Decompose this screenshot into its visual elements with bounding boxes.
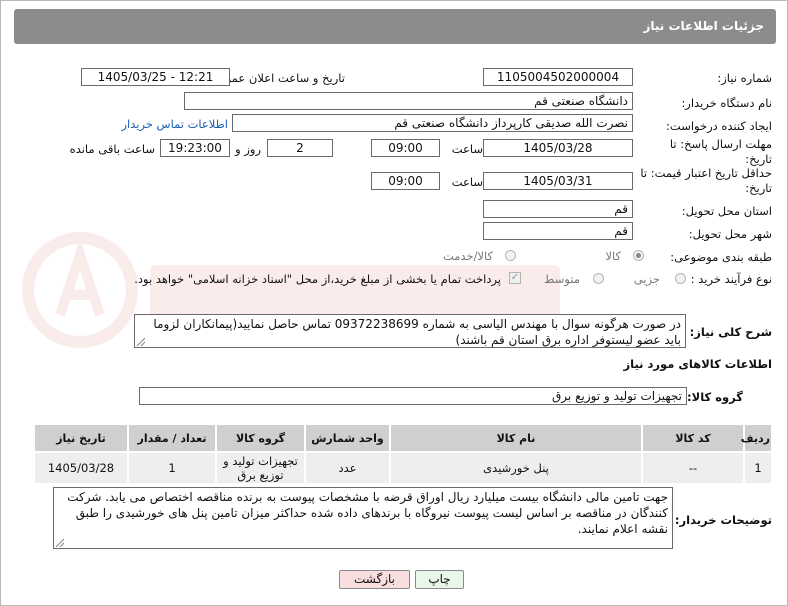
- need-number-label: شماره نیاز:: [717, 71, 772, 85]
- resize-grip-icon: [137, 338, 145, 346]
- category-goods-service-radio[interactable]: [505, 250, 516, 261]
- page-header: جزئیات اطلاعات نیاز: [14, 9, 776, 44]
- delivery-city-label: شهر محل تحویل:: [688, 227, 772, 241]
- reply-deadline-label: مهلت ارسال پاسخ: تا تاریخ:: [669, 137, 772, 166]
- need-number-field: 1105004502000004: [483, 68, 633, 86]
- buyer-org-field: دانشگاه صنعتی قم: [184, 92, 633, 110]
- goods-group-label: گروه کالا:: [687, 390, 743, 404]
- cell-date: 1405/03/28: [33, 451, 129, 485]
- payment-checkbox[interactable]: ✓: [509, 272, 521, 284]
- col-header-code: کد کالا: [641, 423, 745, 453]
- category-goods-service-label: کالا/خدمت: [442, 249, 493, 263]
- col-header-group: گروه کالا: [215, 423, 306, 453]
- description-text: در صورت هرگونه سوال با مهندس الیاسی به ش…: [153, 317, 681, 347]
- reply-date-field: 1405/03/28: [483, 139, 633, 157]
- page-title: جزئیات اطلاعات نیاز: [643, 19, 764, 33]
- process-minor-label: جزیی: [633, 272, 660, 286]
- price-time-field: 09:00: [371, 172, 440, 190]
- description-textarea[interactable]: در صورت هرگونه سوال با مهندس الیاسی به ش…: [134, 314, 686, 348]
- category-goods-label: کالا: [605, 249, 621, 263]
- table-header-row: ردیف کد کالا نام کالا واحد شمارش گروه کا…: [33, 423, 773, 453]
- payment-note: پرداخت تمام یا بخشی از مبلغ خرید،از محل …: [134, 272, 501, 286]
- price-validity-label: حداقل تاریخ اعتبار قیمت: تا تاریخ:: [640, 166, 772, 195]
- buyer-org-label: نام دستگاه خریدار:: [681, 96, 772, 110]
- delivery-city-field: قم: [483, 222, 633, 240]
- goods-info-title: اطلاعات کالاهای مورد نیاز: [623, 357, 772, 371]
- col-header-row-number: ردیف: [741, 423, 773, 453]
- table-row: 1 -- پنل خورشیدی عدد تجهیزات تولید و توز…: [33, 451, 773, 485]
- process-medium-radio[interactable]: [593, 273, 604, 284]
- col-header-unit: واحد شمارش: [304, 423, 391, 453]
- buyer-notes-text: جهت تامین مالی دانشگاه بیست میلیارد ریال…: [67, 490, 668, 536]
- process-label: نوع فرآیند خرید :: [690, 272, 772, 286]
- announce-datetime-field: 1405/03/25 - 12:21: [81, 68, 230, 86]
- cell-row-number: 1: [743, 451, 773, 485]
- requester-field: نصرت الله صدیقی کارپرداز دانشگاه صنعتی ق…: [232, 114, 633, 132]
- cell-quantity: 1: [127, 451, 217, 485]
- resize-grip-icon: [56, 539, 64, 547]
- reply-days-field: 2: [267, 139, 333, 157]
- col-header-quantity: تعداد / مقدار: [127, 423, 217, 453]
- cell-code: --: [641, 451, 745, 485]
- cell-name: پنل خورشیدی: [389, 451, 643, 485]
- buyer-notes-label: توضیحات خریدار:: [674, 513, 772, 527]
- days-label: روز و: [235, 142, 261, 156]
- description-label: شرح کلی نیاز:: [689, 325, 772, 339]
- remaining-label: ساعت باقی مانده: [69, 142, 155, 156]
- process-minor-radio[interactable]: [675, 273, 686, 284]
- delivery-province-field: قم: [483, 200, 633, 218]
- category-label: طبقه بندی موضوعی:: [670, 250, 772, 264]
- process-medium-label: متوسط: [543, 272, 580, 286]
- cell-group: تجهیزات تولید و توزیع برق: [215, 451, 306, 485]
- goods-group-field: تجهیزات تولید و توزیع برق: [139, 387, 687, 405]
- back-button[interactable]: بازگشت: [339, 570, 410, 589]
- goods-table: ردیف کد کالا نام کالا واحد شمارش گروه کا…: [33, 423, 773, 485]
- price-date-field: 1405/03/31: [483, 172, 633, 190]
- buyer-notes-textarea[interactable]: جهت تامین مالی دانشگاه بیست میلیارد ریال…: [53, 487, 673, 549]
- price-time-label: ساعت: [451, 175, 483, 189]
- requester-label: ایجاد کننده درخواست:: [666, 119, 772, 133]
- col-header-date: تاریخ نیاز: [33, 423, 129, 453]
- reply-time-field: 09:00: [371, 139, 440, 157]
- delivery-province-label: استان محل تحویل:: [681, 204, 772, 218]
- category-goods-radio[interactable]: [633, 250, 644, 261]
- col-header-name: نام کالا: [389, 423, 643, 453]
- buyer-contact-link[interactable]: اطلاعات تماس خریدار: [121, 117, 228, 131]
- cell-unit: عدد: [304, 451, 391, 485]
- reply-time-label: ساعت: [451, 142, 483, 156]
- print-button[interactable]: چاپ: [415, 570, 464, 589]
- remaining-time-field: 19:23:00: [160, 139, 230, 157]
